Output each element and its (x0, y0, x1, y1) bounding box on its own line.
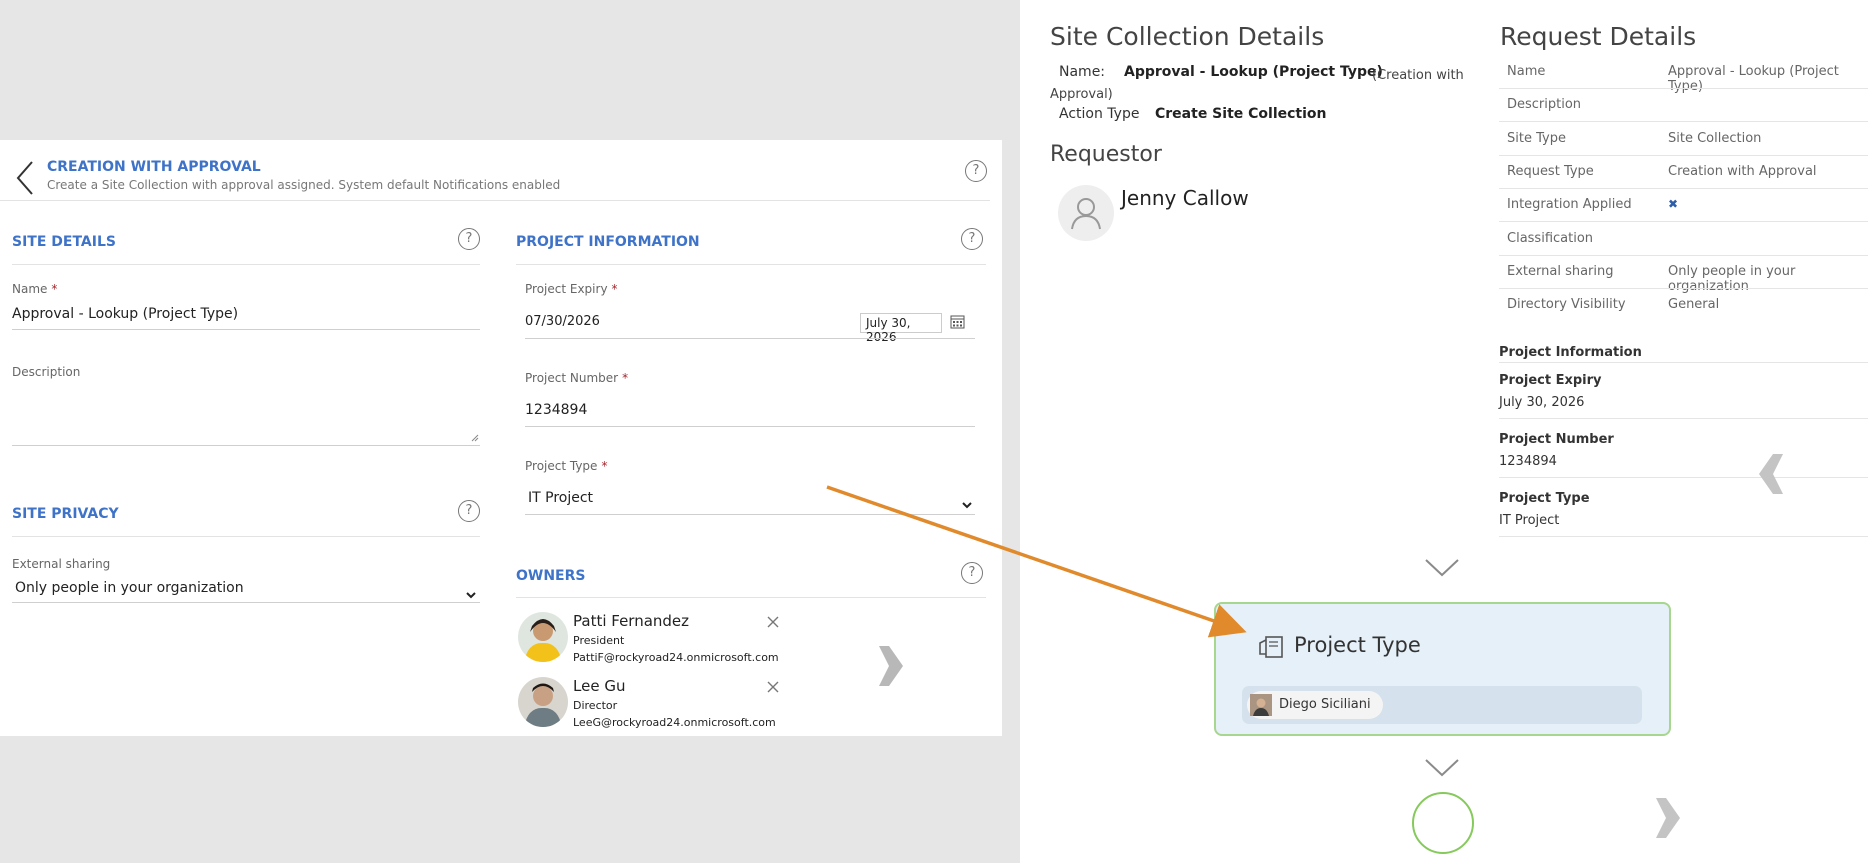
annotation-arrow (826, 485, 1247, 638)
